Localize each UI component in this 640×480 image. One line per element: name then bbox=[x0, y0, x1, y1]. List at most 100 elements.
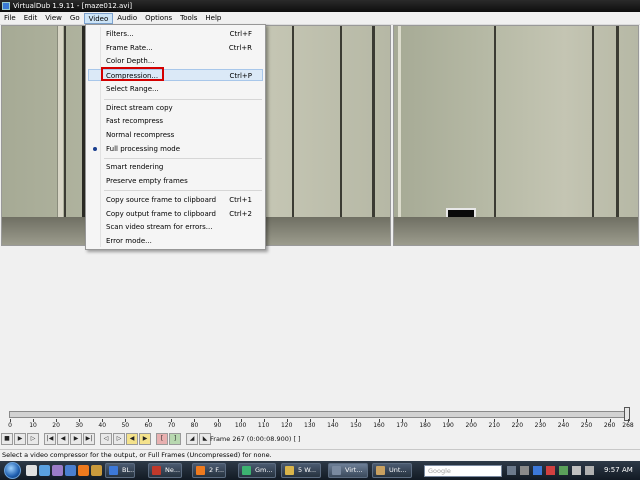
menu-video[interactable]: Video bbox=[83, 12, 114, 24]
scene-forward-icon[interactable]: ▶ bbox=[139, 433, 151, 445]
stop-icon[interactable]: ■ bbox=[1, 433, 13, 445]
internet-explorer-icon[interactable] bbox=[39, 465, 50, 476]
timeline-tick-label: 140 bbox=[327, 422, 339, 429]
menu-item-label: Smart rendering bbox=[106, 163, 164, 171]
menu-item-copy-source-frame[interactable]: Copy source frame to clipboard Ctrl+1 bbox=[88, 194, 263, 206]
menu-view[interactable]: View bbox=[41, 13, 66, 24]
menu-item-direct-stream-copy[interactable]: Direct stream copy bbox=[88, 102, 263, 114]
taskbar-item-label: 2 F... bbox=[209, 466, 225, 474]
previous-keyframe-icon[interactable]: ◁ bbox=[100, 433, 112, 445]
menu-file[interactable]: File bbox=[0, 13, 20, 24]
menu-help[interactable]: Help bbox=[201, 13, 225, 24]
timeline-tick-label: 250 bbox=[580, 422, 593, 429]
tray-icon[interactable] bbox=[546, 466, 555, 475]
menu-item-label: Scan video stream for errors... bbox=[106, 223, 213, 231]
play-input-icon[interactable]: ▶ bbox=[14, 433, 26, 445]
taskbar-item-label: 5 W... bbox=[298, 466, 317, 474]
taskbar-item[interactable]: BL... bbox=[105, 463, 135, 478]
menu-edit[interactable]: Edit bbox=[20, 13, 42, 24]
taskbar-item-label: Gm... bbox=[255, 466, 273, 474]
timeline-tick-label: 50 bbox=[121, 422, 130, 429]
menu-item-filters[interactable]: Filters... Ctrl+F bbox=[88, 28, 263, 40]
menu-item-label: Fast recompress bbox=[106, 117, 164, 125]
menu-item-label: Error mode... bbox=[106, 237, 152, 245]
folder-icon bbox=[285, 466, 294, 475]
google-search-input[interactable]: Google bbox=[424, 465, 502, 477]
menu-separator bbox=[104, 99, 262, 100]
menu-item-label: Filters... bbox=[106, 30, 134, 38]
previous-frame-icon[interactable]: ◀ bbox=[57, 433, 69, 445]
menu-item-select-range[interactable]: Select Range... bbox=[88, 83, 263, 95]
timeline-tick-label: 60 bbox=[144, 422, 153, 429]
go-to-end-icon[interactable]: ▶| bbox=[83, 433, 95, 445]
window-title: VirtualDub 1.9.11 - [maze012.avi] bbox=[13, 2, 133, 10]
shortcut-label: Ctrl+R bbox=[228, 44, 252, 52]
firefox-icon[interactable] bbox=[78, 465, 89, 476]
windows-taskbar: BL... Ne... 2 F... Gm... 5 W... Virt... … bbox=[0, 461, 640, 480]
video-menu-dropdown: Filters... Ctrl+F Frame Rate... Ctrl+R C… bbox=[85, 24, 266, 250]
menu-item-fast-recompress[interactable]: Fast recompress bbox=[88, 115, 263, 127]
timeline-tick-label: 10 bbox=[29, 422, 37, 429]
video-frame-image bbox=[394, 26, 638, 245]
annotation-highlight-box bbox=[101, 67, 164, 81]
play-output-icon[interactable]: ▷ bbox=[27, 433, 39, 445]
taskbar-item-label: Ne... bbox=[165, 466, 181, 474]
timeline-tick-label: 230 bbox=[534, 422, 547, 429]
output-video-pane[interactable] bbox=[393, 25, 639, 246]
timeline-tick-label: 20 bbox=[52, 422, 60, 429]
menu-audio[interactable]: Audio bbox=[113, 13, 141, 24]
app-icon bbox=[109, 466, 118, 475]
network-icon[interactable] bbox=[572, 466, 581, 475]
virtualdub-app-icon[interactable] bbox=[2, 2, 10, 10]
tray-icon[interactable] bbox=[559, 466, 568, 475]
go-to-start-icon[interactable]: |◀ bbox=[44, 433, 56, 445]
taskbar-item[interactable]: Unt... bbox=[372, 463, 412, 478]
windows-media-icon[interactable] bbox=[52, 465, 63, 476]
timeline-tick-label: 120 bbox=[280, 422, 293, 429]
start-button-icon[interactable] bbox=[4, 462, 21, 479]
menu-item-normal-recompress[interactable]: Normal recompress bbox=[88, 129, 263, 141]
radio-bullet-icon bbox=[93, 147, 97, 151]
switch-windows-icon[interactable] bbox=[65, 465, 76, 476]
menu-item-color-depth[interactable]: Color Depth... bbox=[88, 55, 263, 67]
frame-position-readout[interactable]: Frame 267 (0:00:08.900) [ ] bbox=[210, 434, 301, 444]
menu-item-label: Copy output frame to clipboard bbox=[106, 210, 216, 218]
mark-in-icon[interactable]: [ bbox=[156, 433, 168, 445]
tray-icon[interactable] bbox=[520, 466, 529, 475]
menu-item-smart-rendering[interactable]: Smart rendering bbox=[88, 161, 263, 173]
scene-back-icon[interactable]: ◀ bbox=[126, 433, 138, 445]
menu-item-error-mode[interactable]: Error mode... bbox=[88, 235, 263, 247]
tray-icon[interactable] bbox=[533, 466, 542, 475]
taskbar-clock[interactable]: 9:57 AM bbox=[604, 461, 633, 480]
timeline-position-thumb[interactable] bbox=[624, 407, 630, 421]
taskbar-item[interactable]: 2 F... bbox=[192, 463, 226, 478]
timeline-tick-label: 30 bbox=[75, 422, 83, 429]
timeline-tick-label: 90 bbox=[213, 422, 222, 429]
menu-options[interactable]: Options bbox=[141, 13, 176, 24]
next-keyframe-icon[interactable]: ▷ bbox=[113, 433, 125, 445]
timeline-tick-label: 150 bbox=[350, 422, 362, 429]
menu-item-copy-output-frame[interactable]: Copy output frame to clipboard Ctrl+2 bbox=[88, 208, 263, 220]
marker-left-icon[interactable]: ◢ bbox=[186, 433, 198, 445]
door-frame bbox=[398, 26, 401, 245]
taskbar-item-label: Unt... bbox=[389, 466, 407, 474]
show-desktop-icon[interactable] bbox=[26, 465, 37, 476]
taskbar-item[interactable]: Gm... bbox=[238, 463, 276, 478]
menu-item-label: Copy source frame to clipboard bbox=[106, 196, 217, 204]
taskbar-item[interactable]: Ne... bbox=[148, 463, 182, 478]
menu-item-preserve-empty-frames[interactable]: Preserve empty frames bbox=[88, 175, 263, 187]
taskbar-item[interactable]: 5 W... bbox=[281, 463, 321, 478]
status-bar: Select a video compressor for the output… bbox=[0, 449, 640, 461]
menu-item-full-processing-mode[interactable]: Full processing mode bbox=[88, 143, 263, 155]
folder-icon[interactable] bbox=[91, 465, 102, 476]
menu-tools[interactable]: Tools bbox=[176, 13, 201, 24]
menu-item-scan-stream[interactable]: Scan video stream for errors... bbox=[88, 221, 263, 233]
timeline-track[interactable] bbox=[9, 411, 629, 418]
mark-out-icon[interactable]: ] bbox=[169, 433, 181, 445]
menu-item-frame-rate[interactable]: Frame Rate... Ctrl+R bbox=[88, 42, 263, 54]
volume-icon[interactable] bbox=[585, 466, 594, 475]
search-icon[interactable] bbox=[507, 466, 516, 475]
menu-go[interactable]: Go bbox=[66, 13, 84, 24]
taskbar-item-virtualdub[interactable]: Virt... bbox=[328, 463, 368, 478]
next-frame-icon[interactable]: ▶ bbox=[70, 433, 82, 445]
